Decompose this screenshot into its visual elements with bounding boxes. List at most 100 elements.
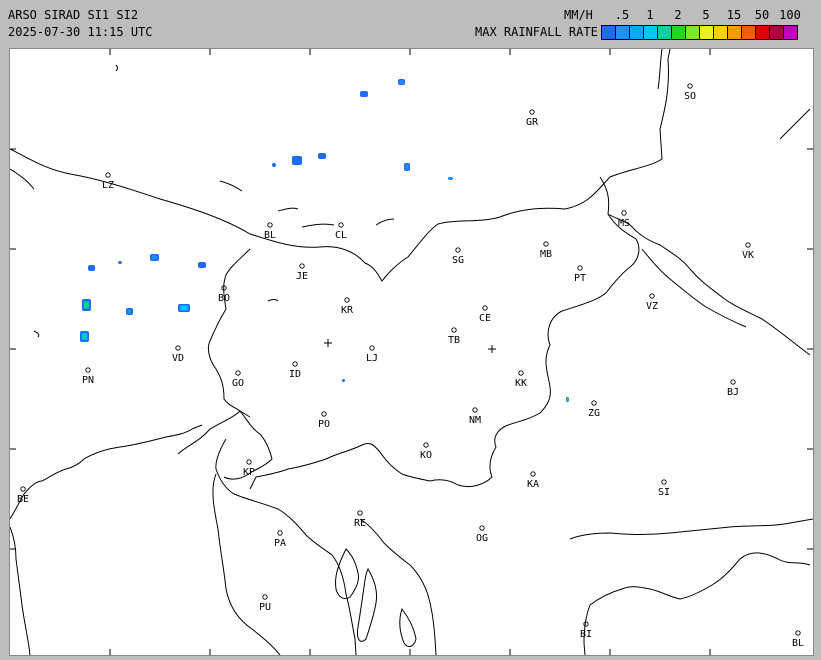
city-marker: GR	[526, 109, 539, 128]
city-label: OG	[476, 533, 488, 544]
legend-tick-label: 100	[779, 8, 801, 22]
legend-tick-label: .5	[614, 8, 630, 22]
lake-5	[267, 299, 279, 302]
city-marker: KK	[515, 370, 527, 389]
rain-cell-core	[449, 177, 452, 180]
city-marker: KO	[420, 442, 432, 461]
city-marker: BE	[17, 486, 29, 505]
city-dot	[795, 630, 801, 636]
city-marker: BI	[580, 621, 592, 640]
city-label: BL	[264, 230, 276, 241]
legend-tick-label: 2	[674, 8, 682, 22]
coast-trieste	[177, 410, 273, 480]
city-dot	[583, 621, 589, 627]
city-dot	[20, 486, 26, 492]
city-label: TB	[448, 335, 460, 346]
city-dot	[687, 83, 693, 89]
city-dot	[299, 263, 305, 269]
city-dot	[175, 345, 181, 351]
city-label: ZG	[588, 408, 600, 419]
city-label: NM	[469, 415, 481, 426]
rain-cell-core	[405, 164, 409, 170]
city-dot	[455, 247, 461, 253]
city-dot	[479, 525, 485, 531]
city-label: MS	[618, 218, 630, 229]
island-losinj	[399, 607, 417, 647]
city-marker: VZ	[646, 293, 658, 312]
city-dot	[292, 361, 298, 367]
border-austria-north	[10, 49, 671, 282]
city-dot	[85, 367, 91, 373]
city-dot	[267, 222, 273, 228]
city-marker: KP	[243, 459, 255, 478]
legend-swatch	[658, 26, 672, 39]
rain-cell	[404, 163, 410, 171]
legend-swatch	[756, 26, 770, 39]
city-marker: MB	[540, 241, 552, 260]
city-marker: SG	[452, 247, 464, 266]
coast-istria-west	[212, 473, 281, 655]
rain-cell-outer	[318, 153, 326, 159]
rain-cell-outer	[198, 262, 206, 268]
radar-map[interactable]: SO GR LZ BL CL MS MB VK JE SG PT BO KR CE VZ TB VD LJ PN GO…	[9, 48, 814, 656]
city-label: BJ	[727, 387, 739, 398]
city-dot	[591, 400, 597, 406]
lake-4	[375, 218, 395, 226]
city-dot	[577, 265, 583, 271]
rain-cell	[318, 153, 326, 159]
lake-2	[277, 207, 299, 212]
city-label: BL	[792, 638, 804, 649]
city-dot	[277, 530, 283, 536]
rain-cell	[80, 331, 89, 342]
city-dot	[423, 442, 429, 448]
city-dot	[235, 370, 241, 376]
city-label: CE	[479, 313, 491, 324]
city-dot	[730, 379, 736, 385]
city-label: CL	[335, 230, 347, 241]
city-marker: OG	[476, 525, 488, 544]
map-marks	[10, 49, 813, 655]
city-dot	[530, 471, 536, 477]
rain-cell-core	[151, 255, 158, 260]
city-dot	[543, 241, 549, 247]
rain-cell-outer	[360, 91, 368, 97]
rain-cell	[178, 304, 190, 312]
legend-tick-label: 15	[726, 8, 742, 22]
lake-7	[33, 330, 40, 338]
city-dot	[621, 210, 627, 216]
city-dot	[745, 242, 751, 248]
city-dot	[105, 172, 111, 178]
city-dot	[246, 459, 252, 465]
city-dot	[369, 345, 375, 351]
city-label: LJ	[366, 353, 378, 364]
city-marker: VK	[742, 242, 754, 261]
city-dot	[262, 594, 268, 600]
city-marker: ZG	[588, 400, 600, 419]
city-marker: PN	[82, 367, 94, 386]
legend-swatch	[784, 26, 797, 39]
border-cro-bih-north	[569, 518, 813, 540]
rain-cell-outer	[272, 163, 276, 167]
city-label: SI	[658, 487, 670, 498]
timestamp: 2025-07-30 11:15 UTC	[8, 25, 153, 39]
city-label: BO	[218, 293, 230, 304]
rain-cell	[88, 265, 95, 271]
rain-cell-core	[399, 80, 404, 84]
city-label: PT	[574, 273, 586, 284]
legend-swatch	[714, 26, 728, 39]
city-dot	[321, 411, 327, 417]
lake-3	[301, 223, 335, 228]
legend-tick-label: 1	[646, 8, 654, 22]
city-marker: CL	[335, 222, 347, 241]
city-marker: BL	[264, 222, 276, 241]
border-slo-ita	[207, 248, 251, 418]
legend-swatch	[602, 26, 616, 39]
legend-swatch	[644, 26, 658, 39]
city-label: KO	[420, 450, 432, 461]
rain-cell	[126, 308, 133, 315]
city-marker: KA	[527, 471, 539, 490]
city-label: ID	[289, 369, 301, 380]
radar-site-cross	[488, 345, 496, 353]
product-title: ARSO SIRAD SI1 SI2	[8, 8, 139, 22]
rain-cell-outer	[118, 261, 122, 264]
